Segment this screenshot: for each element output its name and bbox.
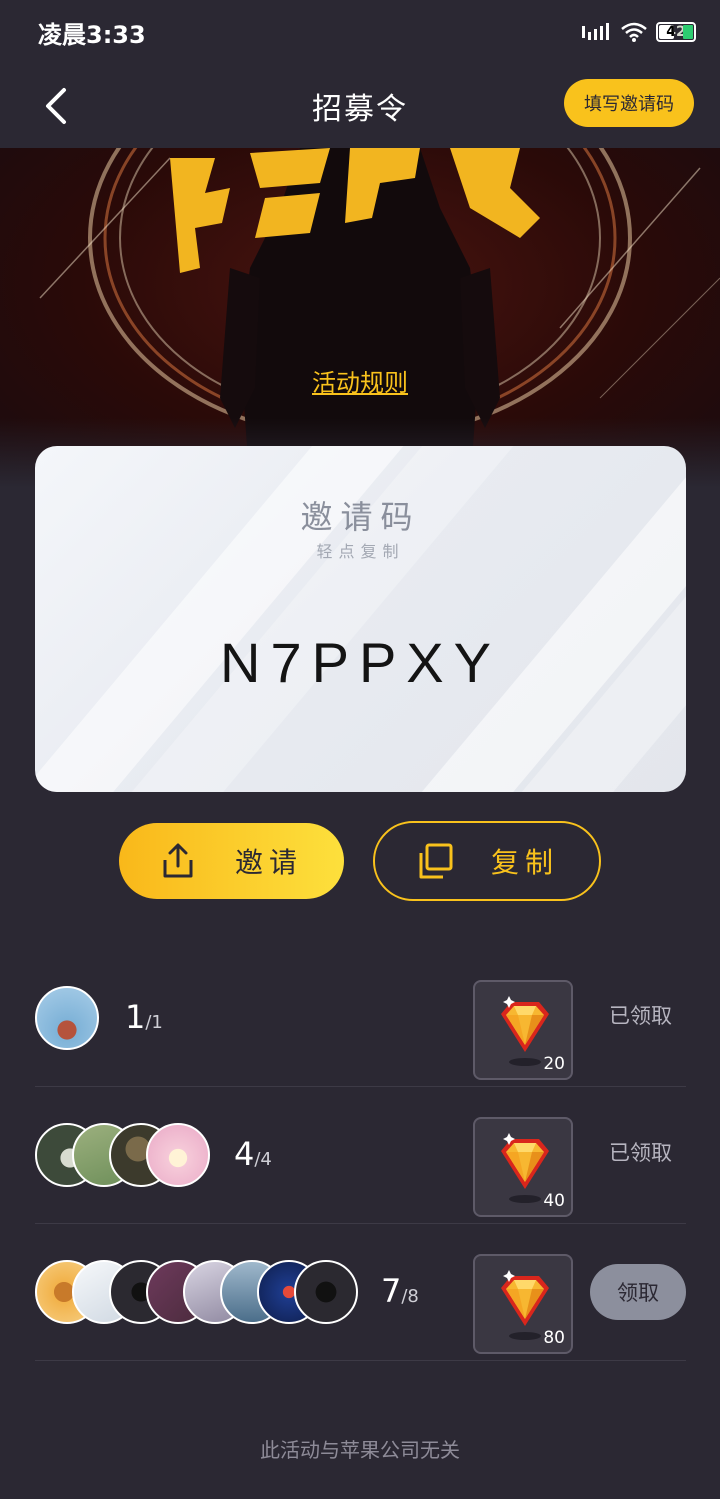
wifi-icon [621, 22, 647, 42]
tap-to-copy-hint: 轻点复制 [316, 542, 405, 561]
copy-button-label: 复制 [491, 846, 560, 879]
reward-box: 40 [473, 1117, 573, 1217]
copy-icon [419, 843, 453, 879]
disclaimer: 此活动与苹果公司无关 [260, 1438, 460, 1462]
invite-code-value[interactable]: N7PPXY [35, 630, 686, 695]
copy-button[interactable]: 复制 [373, 821, 601, 901]
invite-total: /8 [401, 1286, 419, 1307]
invite-count: 1 [125, 998, 146, 1036]
reward-box: 20 [473, 980, 573, 1080]
invite-button[interactable]: 邀请 [119, 823, 344, 899]
invite-count: 7 [381, 1272, 402, 1310]
nav-bar: 招募令 填写邀请码 [0, 64, 720, 148]
signal-icon [582, 23, 609, 40]
avatar [294, 1260, 358, 1324]
status-bar: 凌晨3:33 42 [0, 0, 720, 64]
battery-tip [683, 25, 693, 39]
reward-tier-3: 7/8 80 领取 [35, 1224, 686, 1361]
claim-button[interactable]: 领取 [590, 1264, 686, 1320]
invite-code-card[interactable]: 邀请码 轻点复制 N7PPXY [35, 446, 686, 792]
reward-amount: 20 [543, 1054, 565, 1074]
invite-total: /4 [254, 1149, 272, 1170]
claimed-status: 已领取 [609, 1004, 672, 1028]
reward-amount: 40 [543, 1191, 565, 1211]
status-icons: 42 [582, 22, 696, 42]
claimed-status: 已领取 [609, 1141, 672, 1165]
share-icon [163, 843, 193, 878]
battery-icon: 42 [656, 22, 696, 42]
invite-progress: 1/1 [125, 998, 163, 1036]
fill-invite-code-button[interactable]: 填写邀请码 [564, 79, 694, 127]
activity-rules-link[interactable]: 活动规则 [0, 363, 720, 398]
avatar [35, 986, 99, 1050]
invite-total: /1 [145, 1012, 163, 1033]
avatar [146, 1123, 210, 1187]
status-time: 凌晨3:33 [38, 20, 146, 49]
invite-button-label: 邀请 [235, 846, 304, 879]
invite-progress: 7/8 [381, 1272, 419, 1310]
reward-box: 80 [473, 1254, 573, 1354]
reward-tier-2: 4/4 40 已领取 [35, 1087, 686, 1224]
invite-code-label: 邀请码 [300, 498, 421, 536]
invite-count: 4 [234, 1135, 255, 1173]
reward-tier-1: 1/1 20 已领取 [35, 950, 686, 1087]
hero-banner: 活动规则 [0, 148, 720, 488]
invite-progress: 4/4 [234, 1135, 272, 1173]
reward-amount: 80 [543, 1328, 565, 1348]
